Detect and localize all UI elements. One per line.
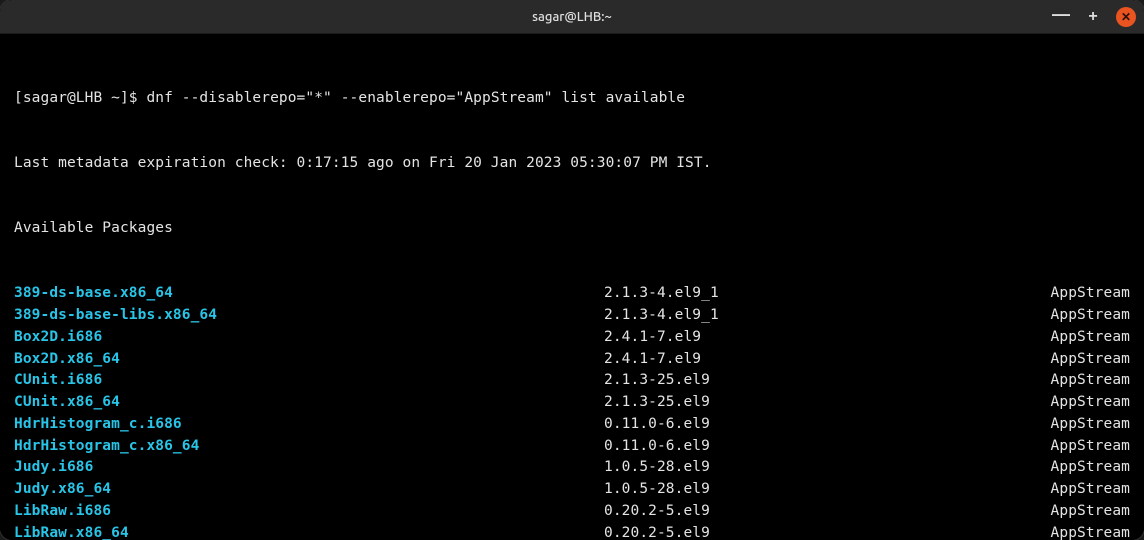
- terminal-body[interactable]: [sagar@LHB ~]$ dnf --disablerepo="*" --e…: [0, 34, 1144, 540]
- package-repo: AppStream: [1034, 305, 1130, 327]
- package-row: HdrHistogram_c.i6860.11.0-6.el9AppStream: [14, 414, 1130, 436]
- package-version: 0.20.2-5.el9: [604, 523, 1034, 540]
- package-version: 0.11.0-6.el9: [604, 436, 1034, 458]
- list-header: Available Packages: [14, 218, 1130, 240]
- prompt-command: dnf --disablerepo="*" --enablerepo="AppS…: [146, 90, 685, 106]
- package-version: 0.11.0-6.el9: [604, 414, 1034, 436]
- prompt-prefix: [sagar@LHB ~]$: [14, 90, 146, 106]
- package-name: 389-ds-base-libs.x86_64: [14, 305, 604, 327]
- package-row: LibRaw.i6860.20.2-5.el9AppStream: [14, 501, 1130, 523]
- package-version: 2.4.1-7.el9: [604, 327, 1034, 349]
- package-version: 1.0.5-28.el9: [604, 457, 1034, 479]
- package-repo: AppStream: [1034, 327, 1130, 349]
- package-row: LibRaw.x86_640.20.2-5.el9AppStream: [14, 523, 1130, 540]
- prompt-line: [sagar@LHB ~]$ dnf --disablerepo="*" --e…: [14, 88, 1130, 110]
- package-list: 389-ds-base.x86_642.1.3-4.el9_1AppStream…: [14, 283, 1130, 540]
- package-row: 389-ds-base.x86_642.1.3-4.el9_1AppStream: [14, 283, 1130, 305]
- titlebar[interactable]: sagar@LHB:~ ― + ✕: [0, 0, 1144, 34]
- package-name: HdrHistogram_c.x86_64: [14, 436, 604, 458]
- terminal-window: sagar@LHB:~ ― + ✕ [sagar@LHB ~]$ dnf --d…: [0, 0, 1144, 540]
- package-row: CUnit.i6862.1.3-25.el9AppStream: [14, 370, 1130, 392]
- package-name: Box2D.i686: [14, 327, 604, 349]
- window-controls: ― + ✕: [1052, 7, 1136, 27]
- package-row: CUnit.x86_642.1.3-25.el9AppStream: [14, 392, 1130, 414]
- package-name: HdrHistogram_c.i686: [14, 414, 604, 436]
- package-version: 2.4.1-7.el9: [604, 349, 1034, 371]
- package-name: LibRaw.i686: [14, 501, 604, 523]
- package-name: CUnit.i686: [14, 370, 604, 392]
- package-repo: AppStream: [1034, 523, 1130, 540]
- package-name: Box2D.x86_64: [14, 349, 604, 371]
- minimize-button[interactable]: ―: [1052, 8, 1070, 26]
- package-version: 0.20.2-5.el9: [604, 501, 1034, 523]
- package-name: LibRaw.x86_64: [14, 523, 604, 540]
- package-repo: AppStream: [1034, 392, 1130, 414]
- close-button[interactable]: ✕: [1116, 7, 1136, 27]
- package-repo: AppStream: [1034, 370, 1130, 392]
- package-repo: AppStream: [1034, 283, 1130, 305]
- package-name: CUnit.x86_64: [14, 392, 604, 414]
- package-row: 389-ds-base-libs.x86_642.1.3-4.el9_1AppS…: [14, 305, 1130, 327]
- package-row: Judy.i6861.0.5-28.el9AppStream: [14, 457, 1130, 479]
- package-version: 2.1.3-4.el9_1: [604, 283, 1034, 305]
- package-row: HdrHistogram_c.x86_640.11.0-6.el9AppStre…: [14, 436, 1130, 458]
- package-version: 2.1.3-4.el9_1: [604, 305, 1034, 327]
- package-repo: AppStream: [1034, 457, 1130, 479]
- package-repo: AppStream: [1034, 479, 1130, 501]
- package-name: Judy.i686: [14, 457, 604, 479]
- metadata-line: Last metadata expiration check: 0:17:15 …: [14, 153, 1130, 175]
- package-row: Box2D.x86_642.4.1-7.el9AppStream: [14, 349, 1130, 371]
- package-repo: AppStream: [1034, 436, 1130, 458]
- package-version: 2.1.3-25.el9: [604, 392, 1034, 414]
- package-version: 2.1.3-25.el9: [604, 370, 1034, 392]
- package-version: 1.0.5-28.el9: [604, 479, 1034, 501]
- package-name: 389-ds-base.x86_64: [14, 283, 604, 305]
- window-title: sagar@LHB:~: [532, 10, 612, 24]
- maximize-button[interactable]: +: [1084, 8, 1102, 26]
- package-row: Box2D.i6862.4.1-7.el9AppStream: [14, 327, 1130, 349]
- package-row: Judy.x86_641.0.5-28.el9AppStream: [14, 479, 1130, 501]
- package-name: Judy.x86_64: [14, 479, 604, 501]
- package-repo: AppStream: [1034, 349, 1130, 371]
- package-repo: AppStream: [1034, 414, 1130, 436]
- package-repo: AppStream: [1034, 501, 1130, 523]
